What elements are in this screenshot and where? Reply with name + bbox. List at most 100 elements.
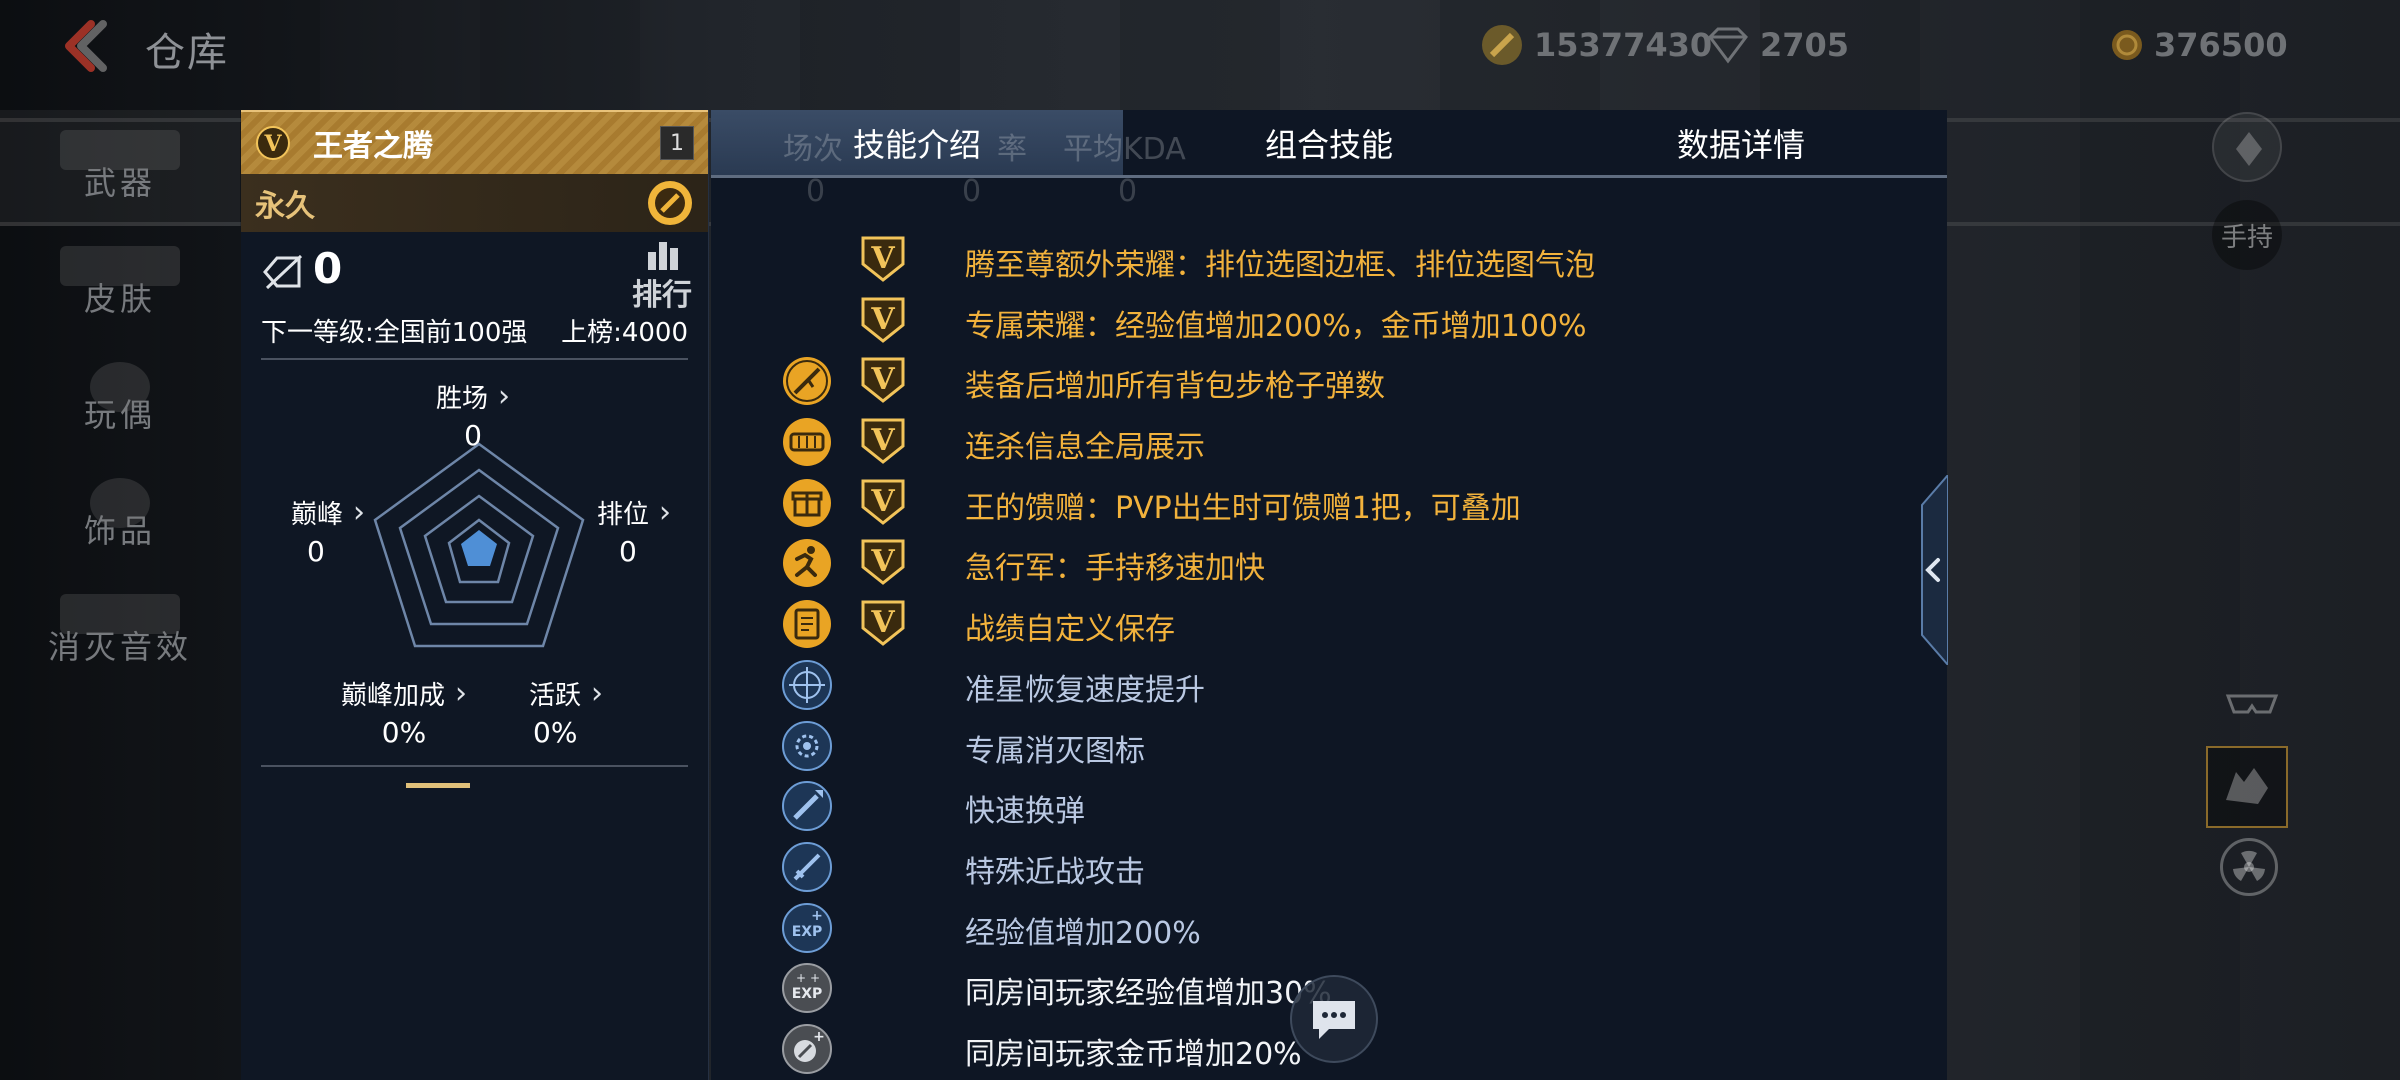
stat-value: 0 [307, 535, 325, 568]
skill-row: V 王的馈赠：PVP出生时可馈赠1把，可叠加 [711, 471, 1947, 532]
svg-text:EXP: EXP [792, 986, 823, 1002]
sidebar-item-kill-sound[interactable]: 消灭音效 [0, 574, 240, 690]
skill-text: 急行军：手持移速加快 [965, 551, 1265, 587]
gold-medal-icon[interactable] [646, 179, 694, 227]
skill-text: 特殊近战攻击 [965, 854, 1145, 890]
goggles-icon[interactable] [2224, 688, 2280, 718]
radiation-icon [2233, 850, 2265, 881]
page-indicator [406, 783, 470, 788]
sidebar-item-skins[interactable]: 皮肤 [0, 226, 240, 342]
v-badge-icon: V [861, 236, 905, 282]
room-exp-icon: EXP+ + [782, 963, 832, 1014]
svg-text:V: V [870, 605, 895, 640]
chevron-right-icon: › [455, 676, 468, 711]
skill-row: V 专属荣耀：经验值增加200%，金币增加100% [711, 289, 1947, 350]
rifle-ammo-icon [783, 357, 831, 406]
tab-skill-intro[interactable]: 技能介绍 [711, 110, 1123, 175]
currency-gold-bullets: 15377430 [1480, 22, 1712, 68]
chevron-right-icon: › [353, 495, 366, 530]
sidebar-item-dolls[interactable]: 玩偶 [0, 342, 240, 458]
stat-label: 巅峰加成 [341, 681, 446, 711]
fast-reload-icon [782, 781, 832, 832]
svg-text:+: + [796, 971, 806, 985]
exp-boost-icon: EXP+ [782, 902, 832, 953]
svg-text:V: V [263, 131, 282, 157]
v-badge-icon: V [861, 479, 905, 525]
svg-text:V: V [870, 362, 895, 397]
chevron-right-icon: › [498, 379, 511, 414]
svg-text:V: V [870, 423, 895, 458]
duration-bar: 永久 [241, 174, 708, 232]
melee-attack-icon [782, 841, 832, 892]
chat-bubble-icon [1313, 1001, 1355, 1039]
skill-text: 同房间玩家经验值增加30% [965, 976, 1332, 1012]
v-badge-icon: V [861, 297, 905, 343]
svg-text:V: V [870, 302, 895, 337]
doll-silhouette-icon [90, 362, 150, 412]
v-badge-icon: V [861, 357, 905, 404]
diamond-icon [1708, 27, 1748, 64]
item-info-panel: V 王者之腾 1 永久 0 排行 下一等级:全国前100强 上榜:4000 胜场… [241, 110, 709, 1080]
skill-row: 特殊近战攻击 [711, 835, 1947, 896]
stat-ranked[interactable]: 排位 › 0 [597, 494, 671, 568]
svg-text:+: + [811, 908, 823, 924]
leaderboard-label[interactable]: 排行 [632, 270, 692, 314]
item-name: 王者之腾 [313, 129, 433, 164]
v-badge-icon: V [861, 600, 905, 647]
collapse-panel-button[interactable] [1918, 475, 1948, 665]
rank-row: 0 排行 [241, 232, 708, 314]
sidebar-item-accessories[interactable]: 饰品 [0, 458, 240, 574]
skill-text: 准星恢复速度提升 [965, 672, 1205, 708]
stat-value: 0 [619, 535, 637, 568]
kill-icon [782, 720, 832, 771]
next-level-text: 下一等级:全国前100强 [261, 318, 528, 348]
accessory-silhouette-icon [90, 478, 150, 528]
chevron-right-icon: › [659, 495, 672, 530]
sidebar-item-weapons[interactable]: 武器 [0, 110, 240, 226]
board-threshold: 上榜:4000 [561, 318, 688, 348]
svg-text:+: + [813, 1029, 825, 1045]
underlay-text: 0 [962, 174, 982, 209]
stat-peak-bonus[interactable]: 巅峰加成 › 0% [341, 675, 467, 749]
tab-bar: 技能介绍 组合技能 数据详情 场次 率 平均KDA [711, 110, 1947, 178]
skill-row: 专属消灭图标 [711, 714, 1947, 775]
stat-label: 活跃 [529, 681, 582, 711]
wolf-emblem-button[interactable] [2206, 746, 2288, 828]
killstreak-broadcast-icon [783, 418, 831, 467]
no-ranking-icon [263, 254, 303, 290]
currency-gold-value: 15377430 [1534, 26, 1713, 64]
coin-icon [2112, 30, 2142, 60]
skill-row: 快速换弹 [711, 774, 1947, 835]
tab-combo-skills[interactable]: 组合技能 [1123, 110, 1535, 175]
radiation-button[interactable] [2220, 838, 2278, 896]
skill-text: 经验值增加200% [965, 915, 1201, 951]
skill-text: 专属消灭图标 [965, 733, 1145, 769]
stat-active[interactable]: 活跃 › 0% [529, 675, 603, 749]
currency-diamond-value: 2705 [1760, 26, 1850, 64]
hold-button[interactable]: 手持 [2212, 200, 2282, 270]
item-title-bar: V 王者之腾 1 [241, 110, 708, 174]
tab-data-details[interactable]: 数据详情 [1535, 110, 1947, 175]
skill-list: V 腾至尊额外荣耀：排位选图边框、排位选图气泡 V 专属荣耀：经验值增加200%… [711, 236, 1947, 1078]
stat-label: 巅峰 [291, 500, 344, 530]
svg-text:+: + [810, 971, 820, 985]
stat-peak[interactable]: 巅峰 › 0 [291, 494, 365, 568]
skill-text: 战绩自定义保存 [965, 612, 1175, 648]
back-arrow-icon[interactable] [55, 18, 115, 74]
chat-button[interactable] [1290, 975, 1378, 1063]
v-badge-icon: V [861, 418, 905, 464]
divider [261, 765, 688, 767]
next-level-row: 下一等级:全国前100强 上榜:4000 [241, 312, 708, 352]
weapon-silhouette-icon [60, 130, 180, 170]
settings-wheel-button[interactable] [2212, 112, 2282, 182]
skill-text: 王的馈赠：PVP出生时可馈赠1把，可叠加 [965, 490, 1521, 526]
record-save-icon [783, 600, 831, 649]
stat-value: 0% [381, 716, 427, 749]
room-coin-icon: + [782, 1023, 832, 1074]
currency-coins: 376500 [2110, 22, 2288, 68]
rank-value: 0 [313, 244, 343, 293]
hold-label: 手持 [2220, 222, 2273, 253]
skill-text: 同房间玩家金币增加20% [965, 1036, 1302, 1072]
skills-panel: 技能介绍 组合技能 数据详情 场次 率 平均KDA 0 0 0 V 腾至尊额外荣… [711, 110, 1947, 1080]
chevron-right-icon: › [591, 676, 604, 711]
